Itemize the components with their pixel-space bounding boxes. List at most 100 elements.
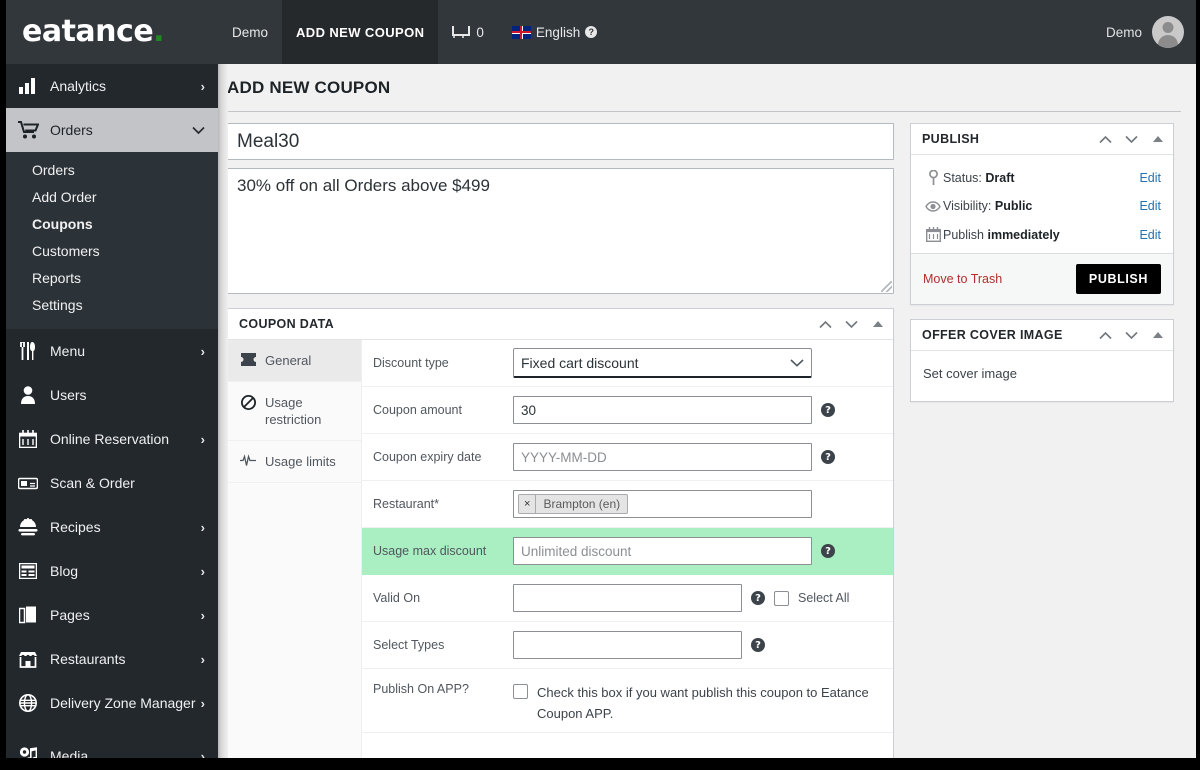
tab-usage-limits[interactable]: Usage limits <box>228 441 361 483</box>
sidebar-item-blog[interactable]: Blog › <box>0 549 218 593</box>
sidebar-subitem-customers[interactable]: Customers <box>0 238 218 265</box>
move-down-icon[interactable] <box>1125 133 1138 146</box>
logo-text: eatance. <box>22 14 165 49</box>
sidebar-subitem-reports[interactable]: Reports <box>0 265 218 292</box>
topnav-cart[interactable]: 0 <box>438 0 498 64</box>
select-all-checkbox[interactable] <box>774 590 789 606</box>
help-icon[interactable]: ? <box>821 544 835 558</box>
sidebar-item-label: Restaurants <box>50 651 126 667</box>
sidebar-item-recipes[interactable]: Recipes › <box>0 505 218 549</box>
coupon-description-textarea[interactable]: 30% off on all Orders above $499 <box>227 168 894 294</box>
sidebar-subitem-add-order[interactable]: Add Order <box>0 184 218 211</box>
usage-max-discount-label: Usage max discount <box>373 544 487 558</box>
schedule-prefix: Publish <box>943 227 988 242</box>
sidebar-item-delivery-zone-manager[interactable]: Delivery Zone Manager › <box>0 681 218 725</box>
sidebar-subitem-orders[interactable]: Orders <box>0 157 218 184</box>
sidebar-item-scan-order[interactable]: Scan & Order <box>0 461 218 505</box>
help-icon[interactable]: ? <box>821 403 835 417</box>
coupon-code-input[interactable] <box>227 123 894 160</box>
calendar-icon <box>17 429 39 449</box>
topnav-language[interactable]: English ? <box>498 0 611 64</box>
help-icon[interactable]: ? <box>821 450 835 464</box>
sidebar-item-restaurants[interactable]: Restaurants › <box>0 637 218 681</box>
ticket-icon <box>240 352 256 366</box>
sidebar-item-analytics[interactable]: Analytics › <box>0 64 218 108</box>
toggle-panel-icon[interactable] <box>873 321 883 327</box>
chevron-right-icon: › <box>200 343 205 359</box>
sidebar-item-label: Online Reservation <box>50 431 170 447</box>
remove-token-icon[interactable]: × <box>519 495 537 513</box>
sidebar-item-menu[interactable]: Menu › <box>0 329 218 373</box>
cart-icon <box>17 120 39 140</box>
coupon-data-panel-header: COUPON DATA <box>228 309 893 340</box>
field-row-publish-on-app: Publish On APP? Check this box if you wa… <box>362 669 893 733</box>
usage-max-discount-input[interactable] <box>513 537 812 565</box>
select-types-label: Select Types <box>373 638 445 652</box>
sidebar-item-pages[interactable]: Pages › <box>0 593 218 637</box>
coupon-description-value: 30% off on all Orders above $499 <box>237 176 490 195</box>
resize-handle[interactable] <box>881 281 892 292</box>
sidebar-item-label: Recipes <box>50 519 101 535</box>
move-up-icon[interactable] <box>1099 133 1112 146</box>
help-icon[interactable]: ? <box>585 26 598 38</box>
coupon-data-panel: COUPON DATA General Usage restriction Us… <box>227 308 894 759</box>
publish-schedule-text: Publish immediately <box>943 228 1139 242</box>
globe-icon <box>17 693 39 713</box>
avatar[interactable] <box>1152 16 1184 48</box>
sidebar-subitem-coupons[interactable]: Coupons <box>0 211 218 238</box>
toggle-panel-icon[interactable] <box>1153 332 1163 338</box>
valid-on-label: Valid On <box>373 591 421 605</box>
no-entry-icon <box>240 394 256 410</box>
discount-type-select[interactable]: Fixed cart discount <box>513 348 812 378</box>
move-up-icon[interactable] <box>1099 329 1112 342</box>
sidebar-item-users[interactable]: Users <box>0 373 218 417</box>
coupon-amount-input[interactable] <box>513 396 812 424</box>
field-row-coupon-amount: Coupon amount ? <box>362 387 893 434</box>
move-down-icon[interactable] <box>1125 329 1138 342</box>
publish-on-app-label: Publish On APP? <box>373 682 469 696</box>
topnav-add-new-coupon[interactable]: ADD NEW COUPON <box>282 0 439 64</box>
move-down-icon[interactable] <box>845 318 858 331</box>
pulse-icon <box>240 453 256 467</box>
sidebar-divider <box>0 725 218 734</box>
app-screen: eatance. Demo ADD NEW COUPON 0 English ?… <box>0 0 1200 770</box>
coupon-expiry-input[interactable] <box>513 443 812 471</box>
sidebar-subitem-settings[interactable]: Settings <box>0 292 218 319</box>
status-value: Draft <box>985 170 1015 185</box>
edit-visibility-link[interactable]: Edit <box>1139 199 1161 213</box>
sidebar-item-online-reservation[interactable]: Online Reservation › <box>0 417 218 461</box>
discount-type-select-wrap: Fixed cart discount <box>513 348 812 378</box>
brand-logo[interactable]: eatance. <box>0 0 218 64</box>
help-icon[interactable]: ? <box>751 638 765 652</box>
publish-row-status: Status: Draft Edit <box>923 163 1161 192</box>
window-bottom-edge <box>0 758 1200 770</box>
restaurant-label: Restaurant* <box>373 497 513 511</box>
chevron-right-icon: › <box>200 78 205 94</box>
blog-icon <box>17 561 39 581</box>
edit-status-link[interactable]: Edit <box>1139 171 1161 185</box>
chevron-right-icon: › <box>200 519 205 535</box>
move-to-trash-link[interactable]: Move to Trash <box>923 272 1076 286</box>
content-columns: 30% off on all Orders above $499 COUPON … <box>218 112 1200 759</box>
toggle-panel-icon[interactable] <box>1153 136 1163 142</box>
publish-on-app-checkbox[interactable] <box>513 684 528 699</box>
chevron-right-icon: › <box>200 607 205 623</box>
tab-usage-restriction[interactable]: Usage restriction <box>228 382 361 441</box>
cover-panel-header: OFFER COVER IMAGE <box>911 320 1173 351</box>
help-icon[interactable]: ? <box>751 591 765 605</box>
top-nav: Demo ADD NEW COUPON 0 English ? <box>218 0 611 64</box>
cover-panel-title: OFFER COVER IMAGE <box>922 328 1063 342</box>
pages-icon <box>17 605 39 625</box>
tab-general[interactable]: General <box>228 340 361 382</box>
topnav-demo[interactable]: Demo <box>218 0 282 64</box>
coupon-data-fields: Discount type Fixed cart discount Coupon… <box>362 340 893 758</box>
edit-schedule-link[interactable]: Edit <box>1139 228 1161 242</box>
move-up-icon[interactable] <box>819 318 832 331</box>
restaurant-token-field[interactable]: × Brampton (en) <box>513 490 812 518</box>
set-cover-image-link[interactable]: Set cover image <box>923 366 1017 381</box>
valid-on-input[interactable] <box>513 584 742 612</box>
publish-button[interactable]: PUBLISH <box>1075 264 1161 294</box>
select-types-input[interactable] <box>513 631 742 659</box>
sidebar-item-label: Analytics <box>50 78 107 94</box>
sidebar-item-orders[interactable]: Orders <box>0 108 218 152</box>
